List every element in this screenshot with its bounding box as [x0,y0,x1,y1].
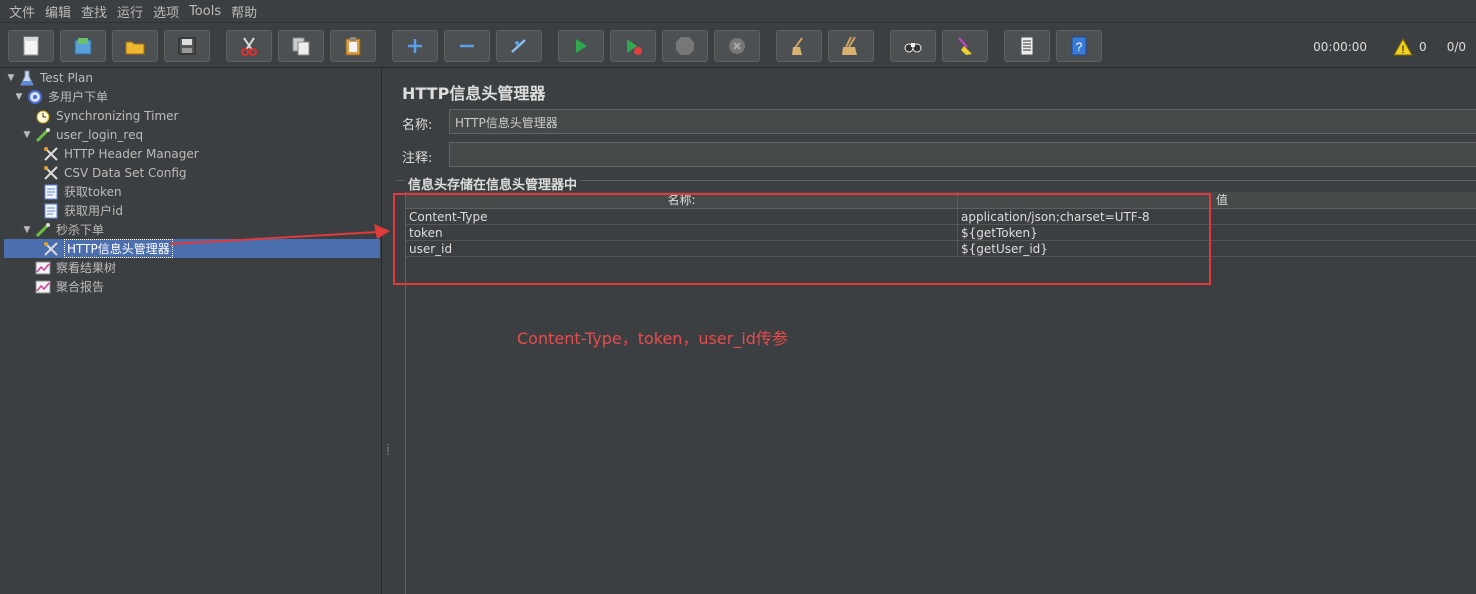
menu-bar: 文件 编辑 查找 运行 选项 Tools 帮助 [0,0,1476,23]
expand-arrow-icon[interactable]: ▼ [6,73,16,83]
headers-group-title: 信息头存储在信息头管理器中 [405,174,581,193]
start-button[interactable] [558,30,604,62]
menu-options[interactable]: 选项 [148,2,184,21]
toggle-icon [511,39,526,53]
collapse-button[interactable] [444,30,490,62]
shutdown-icon [729,38,745,54]
svg-text:!: ! [1402,44,1405,56]
search-icon [904,43,922,53]
tree-item-view-results-tree[interactable]: 察看结果树 [34,258,116,277]
tree-item-get-user-id[interactable]: 获取用户id [42,201,123,220]
test-plan-tree: ▼ Test Plan ▼ 多用户下单 Synchronizing Timer … [0,68,382,594]
toolbar: ? 00:00:00 ! 0 0/0 [0,24,1476,68]
search-button[interactable] [890,30,936,62]
tree-item-csv-data-set[interactable]: CSV Data Set Config [42,163,187,182]
listener-icon [34,259,52,277]
expand-arrow-icon[interactable]: ▼ [14,92,24,102]
templates-button[interactable] [60,30,106,62]
annotation-text: Content-Type，token，user_id传参 [517,329,788,348]
save-button[interactable] [164,30,210,62]
comment-label: 注释: [402,151,433,166]
extractor-icon [42,183,60,201]
clear-all-button[interactable] [828,30,874,62]
svg-text:?: ? [1076,40,1083,54]
expand-button[interactable] [392,30,438,62]
sampler-icon [34,221,52,239]
tree-item-aggregate-report[interactable]: 聚合报告 [34,277,104,296]
panel-title: HTTP信息头管理器 [402,84,546,103]
menu-search[interactable]: 查找 [76,2,112,21]
config-icon [42,240,60,258]
config-icon [42,164,60,182]
paste-button[interactable] [330,30,376,62]
templates-icon [74,38,92,55]
clear-icon [792,37,803,55]
tree-item-user-login-req[interactable]: ▼ user_login_req [22,125,143,144]
open-icon [125,41,145,55]
menu-run[interactable]: 运行 [112,2,148,21]
shutdown-button[interactable] [714,30,760,62]
menu-file[interactable]: 文件 [4,2,40,21]
test-plan-icon [18,69,36,87]
config-icon [42,145,60,163]
start-no-pause-icon [627,39,642,55]
thread-group-icon [26,88,44,106]
expand-arrow-icon[interactable]: ▼ [22,130,32,140]
open-button[interactable] [112,30,158,62]
help-button[interactable]: ? [1056,30,1102,62]
sampler-icon [34,126,52,144]
reset-search-button[interactable] [942,30,988,62]
new-icon [23,36,39,56]
tree-item-http-header-manager[interactable]: HTTP Header Manager [42,144,199,163]
new-button[interactable] [8,30,54,62]
expand-icon [408,39,422,53]
cut-button[interactable] [226,30,272,62]
cut-icon [241,37,257,56]
listener-icon [34,278,52,296]
splitter-grip-icon[interactable]: ⋮ ⋮ [384,444,392,462]
help-icon: ? [1071,36,1087,56]
annotation-arrow-icon [170,224,390,245]
comment-field[interactable] [449,142,1476,167]
extractor-icon [42,202,60,220]
status-area: 00:00:00 ! 0 0/0 [1313,38,1466,56]
copy-icon [292,37,310,56]
tree-item-get-token[interactable]: 获取token [42,182,122,201]
name-label: 名称: [402,118,433,133]
stop-button[interactable] [662,30,708,62]
function-helper-button[interactable] [1004,30,1050,62]
timer-icon [34,107,52,125]
start-icon [576,39,587,53]
copy-button[interactable] [278,30,324,62]
menu-edit[interactable]: 编辑 [40,2,76,21]
toggle-button[interactable] [496,30,542,62]
highlight-box [393,193,1211,285]
warning-icon[interactable]: ! [1393,38,1413,56]
menu-help[interactable]: 帮助 [226,2,262,21]
clear-all-icon [842,36,857,55]
thread-count: 0/0 [1446,40,1466,54]
elapsed-time: 00:00:00 [1313,40,1368,54]
stop-icon [676,37,694,55]
start-no-pause-button[interactable] [610,30,656,62]
warning-count: 0 [1419,40,1427,54]
paste-icon [345,37,361,56]
expand-arrow-icon[interactable]: ▼ [22,225,32,235]
name-field[interactable]: HTTP信息头管理器 [449,109,1476,134]
function-helper-icon [1020,36,1034,56]
save-icon [178,37,196,55]
clear-button[interactable] [776,30,822,62]
tree-item-seckill-order[interactable]: ▼ 秒杀下单 [22,220,104,239]
tree-item-sync-timer[interactable]: Synchronizing Timer [34,106,178,125]
tree-item-thread-group[interactable]: ▼ 多用户下单 [14,87,108,106]
reset-search-icon [958,37,972,55]
collapse-icon [460,44,474,48]
tree-item-test-plan[interactable]: ▼ Test Plan [6,68,93,87]
pane-splitter[interactable] [382,68,392,594]
menu-tools[interactable]: Tools [184,4,226,19]
